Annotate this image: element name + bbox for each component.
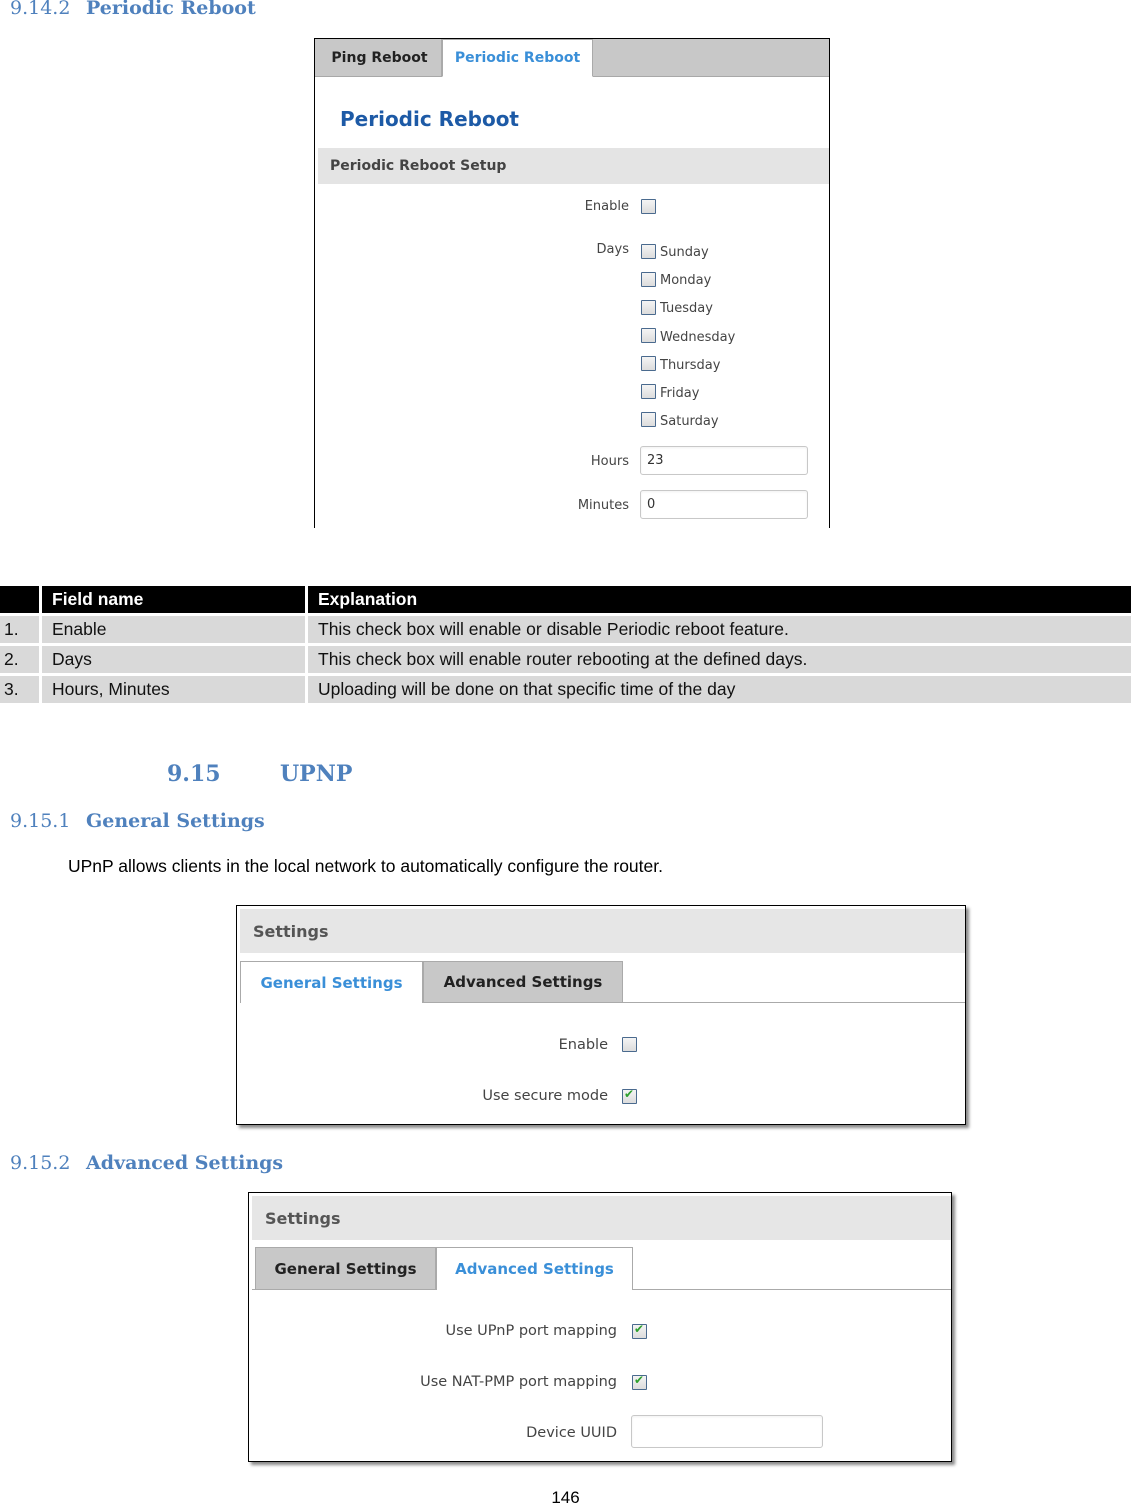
row-explanation: This check box will enable or disable Pe…	[305, 616, 1131, 643]
heading-number: 9.14.2	[10, 0, 71, 19]
field-table: Field name Explanation 1. Enable This ch…	[0, 583, 1131, 706]
hours-label: Hours	[590, 454, 629, 469]
settings-header: Settings	[240, 909, 965, 953]
wednesday-checkbox[interactable]	[641, 328, 656, 343]
natpmp-mapping-checkbox[interactable]	[632, 1373, 647, 1390]
tab-general-settings[interactable]: General Settings	[240, 961, 423, 1003]
table-row: 1. Enable This check box will enable or …	[0, 616, 1131, 643]
row-index: 3.	[0, 676, 39, 703]
row-index: 1.	[0, 616, 39, 643]
heading-9-14-2: 9.14.2 Periodic Reboot	[10, 0, 256, 19]
upnp-mapping-checkbox[interactable]	[632, 1322, 647, 1339]
enable-checkbox[interactable]	[641, 199, 656, 214]
monday-label: Monday	[660, 273, 712, 288]
days-label: Days	[596, 242, 629, 257]
enable-checkbox[interactable]	[622, 1037, 637, 1052]
tab-general-settings[interactable]: General Settings	[255, 1247, 436, 1289]
minutes-input[interactable]	[640, 490, 808, 519]
natpmp-mapping-label: Use NAT-PMP port mapping	[420, 1374, 617, 1390]
settings-header: Settings	[252, 1196, 951, 1240]
hours-input[interactable]	[640, 446, 808, 475]
sunday-checkbox[interactable]	[641, 244, 656, 259]
tuesday-label: Tuesday	[660, 301, 713, 316]
section-title: Periodic Reboot Setup	[318, 148, 829, 184]
heading-number: 9.15	[167, 761, 221, 787]
table-row: 3. Hours, Minutes Uploading will be done…	[0, 676, 1131, 703]
tuesday-checkbox[interactable]	[641, 300, 656, 315]
device-uuid-input[interactable]	[631, 1415, 823, 1448]
heading-9-15-2: 9.15.2 Advanced Settings	[10, 1152, 283, 1174]
row-explanation: This check box will enable router reboot…	[305, 646, 1131, 673]
table-row: 2. Days This check box will enable route…	[0, 646, 1131, 673]
wednesday-label: Wednesday	[660, 330, 736, 345]
table-header-row: Field name Explanation	[0, 586, 1131, 613]
row-index: 2.	[0, 646, 39, 673]
heading-title: Periodic Reboot	[86, 0, 256, 19]
tab-ping-reboot[interactable]: Ping Reboot	[318, 39, 442, 76]
upnp-mapping-label: Use UPnP port mapping	[445, 1323, 617, 1339]
heading-title: General Settings	[86, 810, 265, 832]
header-field-name: Field name	[39, 586, 305, 613]
row-explanation: Uploading will be done on that specific …	[305, 676, 1131, 703]
tab-bar: General Settings Advanced Settings	[252, 1247, 951, 1290]
secure-mode-label: Use secure mode	[482, 1088, 608, 1104]
tab-bar: Ping Reboot Periodic Reboot	[315, 39, 829, 77]
friday-checkbox[interactable]	[641, 384, 656, 399]
saturday-label: Saturday	[660, 414, 719, 429]
row-field: Enable	[39, 616, 305, 643]
friday-label: Friday	[660, 386, 700, 401]
tab-advanced-settings[interactable]: Advanced Settings	[436, 1247, 633, 1290]
upnp-description: UPnP allows clients in the local network…	[68, 856, 663, 876]
row-field: Days	[39, 646, 305, 673]
tab-bar: General Settings Advanced Settings	[240, 961, 965, 1003]
upnp-advanced-screenshot: Settings General Settings Advanced Setti…	[248, 1192, 952, 1462]
enable-label: Enable	[584, 199, 629, 214]
enable-label: Enable	[558, 1037, 608, 1053]
row-field: Hours, Minutes	[39, 676, 305, 703]
sunday-label: Sunday	[660, 245, 709, 260]
monday-checkbox[interactable]	[641, 272, 656, 287]
heading-title: UPNP	[280, 761, 353, 787]
periodic-reboot-screenshot: Ping Reboot Periodic Reboot Periodic Reb…	[314, 38, 830, 528]
device-uuid-label: Device UUID	[526, 1425, 617, 1441]
thursday-checkbox[interactable]	[641, 356, 656, 371]
page-number: 146	[551, 1488, 580, 1507]
heading-9-15: 9.15 UPNP	[167, 761, 352, 787]
header-index	[0, 586, 39, 613]
heading-title: Advanced Settings	[86, 1152, 284, 1174]
upnp-general-screenshot: Settings General Settings Advanced Setti…	[236, 905, 966, 1125]
minutes-label: Minutes	[577, 498, 629, 513]
tab-advanced-settings[interactable]: Advanced Settings	[423, 961, 623, 1002]
saturday-checkbox[interactable]	[641, 412, 656, 427]
thursday-label: Thursday	[660, 358, 721, 373]
secure-mode-checkbox[interactable]	[622, 1087, 637, 1104]
tab-periodic-reboot[interactable]: Periodic Reboot	[442, 39, 593, 77]
header-explanation: Explanation	[305, 586, 1131, 613]
page-title: Periodic Reboot	[340, 107, 519, 131]
heading-9-15-1: 9.15.1 General Settings	[10, 810, 265, 832]
heading-number: 9.15.1	[10, 810, 71, 832]
heading-number: 9.15.2	[10, 1152, 71, 1174]
